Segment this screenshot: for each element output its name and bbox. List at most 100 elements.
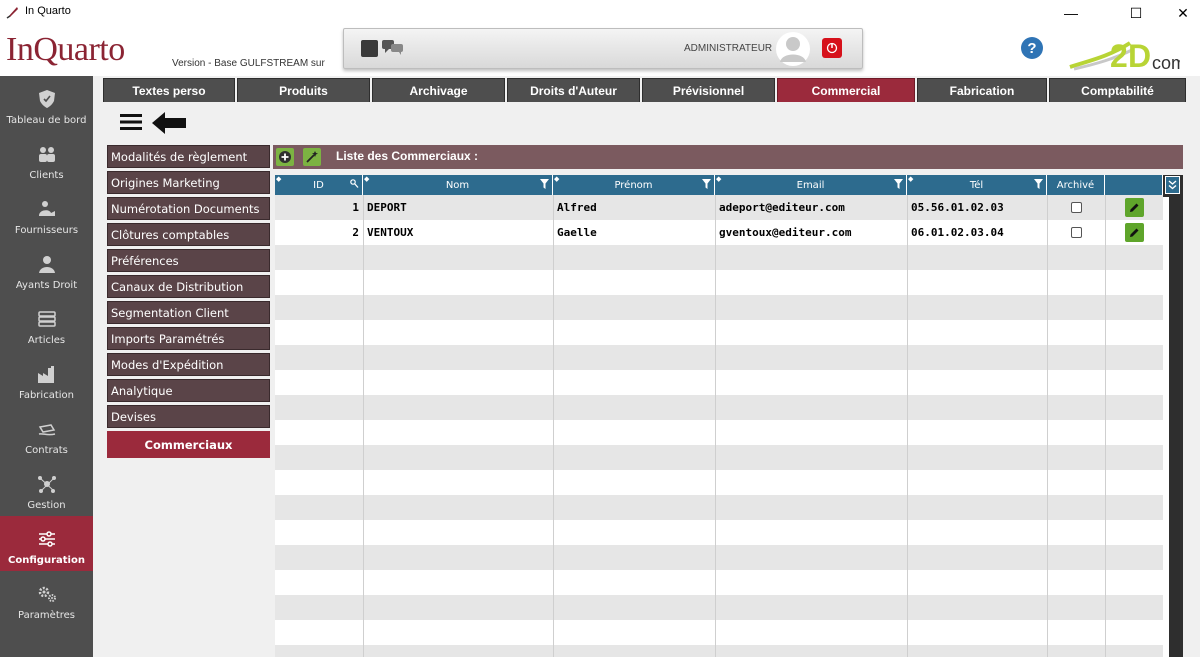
- cell-tel: 05.56.01.02.03: [911, 201, 1004, 214]
- edit-button[interactable]: [1124, 223, 1144, 242]
- empty-row: [275, 620, 1163, 645]
- column-header-tel[interactable]: ◆ Tél: [907, 175, 1047, 195]
- cell-actions: [1105, 195, 1163, 220]
- minimize-button[interactable]: —: [1056, 2, 1086, 24]
- pencil-icon: [1130, 228, 1139, 237]
- list-header-bar: Liste des Commerciaux :: [273, 145, 1183, 169]
- cell-actions: [1105, 220, 1163, 245]
- submenu-preferences[interactable]: Préférences: [107, 249, 270, 272]
- table-row[interactable]: 1 DEPORT Alfred adeport@editeur.com 05.5…: [275, 195, 1163, 220]
- empty-row: [275, 595, 1163, 620]
- submenu-numerotation-documents[interactable]: Numérotation Documents: [107, 197, 270, 220]
- magic-wand-button[interactable]: [303, 148, 321, 166]
- user-name: ADMINISTRATEUR: [684, 43, 773, 54]
- nav-contrats[interactable]: Contrats: [0, 406, 93, 461]
- nav-fabrication[interactable]: Fabrication: [0, 351, 93, 406]
- column-label: Prénom: [614, 179, 653, 191]
- archive-checkbox[interactable]: [1070, 202, 1082, 213]
- nav-label: Contrats: [25, 445, 68, 456]
- tab-commercial[interactable]: Commercial: [777, 78, 915, 102]
- cell-archive: [1047, 220, 1105, 245]
- maximize-button[interactable]: ☐: [1121, 2, 1151, 24]
- submenu-clotures-comptables[interactable]: Clôtures comptables: [107, 223, 270, 246]
- filter-icon[interactable]: [540, 179, 549, 189]
- column-divider: [715, 195, 716, 657]
- empty-row: [275, 545, 1163, 570]
- tab-previsionnel[interactable]: Prévisionnel: [642, 78, 775, 102]
- nav-gestion[interactable]: Gestion: [0, 461, 93, 516]
- help-icon[interactable]: ?: [1021, 37, 1043, 59]
- inquarto-logo: InQuarto: [6, 31, 125, 68]
- nav-parametres[interactable]: Paramètres: [0, 571, 93, 626]
- tab-produits[interactable]: Produits: [237, 78, 370, 102]
- tab-archivage[interactable]: Archivage: [372, 78, 505, 102]
- column-label: Email: [796, 179, 825, 191]
- edit-button[interactable]: [1124, 198, 1144, 217]
- avatar-icon[interactable]: [776, 32, 810, 66]
- svg-text:D: D: [1128, 38, 1151, 73]
- column-divider: [363, 195, 364, 657]
- nav-label: Tableau de bord: [6, 115, 87, 126]
- empty-row: [275, 445, 1163, 470]
- tab-comptabilite[interactable]: Comptabilité: [1049, 78, 1186, 102]
- add-button[interactable]: [276, 148, 294, 166]
- users-icon: [38, 147, 55, 162]
- nav-clients[interactable]: Clients: [0, 131, 93, 186]
- submenu-devises[interactable]: Devises: [107, 405, 270, 428]
- column-header-id[interactable]: ◆ ID: [275, 175, 363, 195]
- cell-archive: [1047, 195, 1105, 220]
- submenu-imports-parametres[interactable]: Imports Paramétrés: [107, 327, 270, 350]
- close-button[interactable]: ✕: [1168, 2, 1198, 24]
- nav-configuration[interactable]: Configuration: [0, 516, 93, 571]
- scroll-track[interactable]: [1163, 197, 1169, 657]
- filter-icon[interactable]: [894, 179, 903, 189]
- submenu-modes-expedition[interactable]: Modes d'Expédition: [107, 353, 270, 376]
- submenu-commerciaux[interactable]: Commerciaux: [107, 431, 270, 458]
- contract-icon: [38, 424, 55, 436]
- cell-nom: DEPORT: [367, 201, 407, 214]
- submenu-modalites-reglement[interactable]: Modalités de règlement: [107, 145, 270, 168]
- pencil-icon: [1130, 203, 1139, 212]
- nav-label: Fournisseurs: [14, 225, 79, 236]
- column-header-prenom[interactable]: ◆ Prénom: [553, 175, 715, 195]
- tab-fabrication[interactable]: Fabrication: [917, 78, 1047, 102]
- archive-checkbox[interactable]: [1070, 227, 1082, 238]
- app-window: In Quarto — ☐ ✕ InQuarto Version - Base …: [0, 0, 1200, 657]
- back-arrow-icon[interactable]: [152, 112, 186, 134]
- table-scrollbar[interactable]: [1163, 175, 1183, 657]
- svg-text:2: 2: [1110, 38, 1128, 73]
- filter-icon[interactable]: [702, 179, 711, 189]
- books-icon: [37, 311, 56, 327]
- version-label: Version - Base GULFSTREAM sur: [172, 58, 325, 69]
- nav-label: Configuration: [8, 555, 85, 566]
- nav-articles[interactable]: Articles: [0, 296, 93, 351]
- submenu-canaux-distribution[interactable]: Canaux de Distribution: [107, 275, 270, 298]
- column-header-email[interactable]: ◆ Email: [715, 175, 907, 195]
- column-header-nom[interactable]: ◆ Nom: [363, 175, 553, 195]
- left-nav: Tableau de bord Clients Fournisseurs Aya…: [0, 76, 93, 657]
- nav-fournisseurs[interactable]: Fournisseurs: [0, 186, 93, 241]
- column-header-actions: [1105, 175, 1163, 195]
- menu-icon[interactable]: [120, 112, 142, 132]
- column-header-archive[interactable]: Archivé: [1047, 175, 1105, 195]
- tab-textes-perso[interactable]: Textes perso: [103, 78, 235, 102]
- empty-row: [275, 345, 1163, 370]
- submenu-origines-marketing[interactable]: Origines Marketing: [107, 171, 270, 194]
- tab-droits-auteur[interactable]: Droits d'Auteur: [507, 78, 640, 102]
- filter-icon[interactable]: [1034, 179, 1043, 189]
- chat-icon[interactable]: [382, 40, 404, 56]
- scroll-menu-icon[interactable]: [1165, 176, 1180, 194]
- column-label: ID: [313, 179, 324, 191]
- empty-row: [275, 295, 1163, 320]
- submenu-analytique[interactable]: Analytique: [107, 379, 270, 402]
- nav-ayants-droit[interactable]: Ayants Droit: [0, 241, 93, 296]
- nav-tableau-de-bord[interactable]: Tableau de bord: [0, 76, 93, 131]
- 2dcom-logo: 2 D com: [1069, 38, 1180, 73]
- nav-label: Articles: [27, 335, 66, 346]
- power-icon[interactable]: [822, 38, 842, 58]
- app-quill-icon: [6, 7, 18, 19]
- notes-icon[interactable]: [361, 40, 378, 57]
- table-row[interactable]: 2 VENTOUX Gaelle gventoux@editeur.com 06…: [275, 220, 1163, 245]
- submenu-segmentation-client[interactable]: Segmentation Client: [107, 301, 270, 324]
- factory-icon: [37, 366, 54, 383]
